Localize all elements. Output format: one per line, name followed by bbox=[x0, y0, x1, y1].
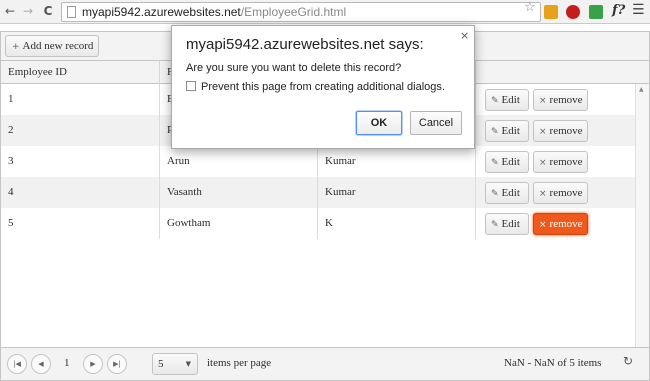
close-icon: × bbox=[539, 127, 547, 137]
extension-1-icon[interactable] bbox=[544, 5, 558, 19]
pencil-icon: ✎ bbox=[491, 127, 499, 137]
items-per-page-label: items per page bbox=[207, 357, 272, 369]
page-size-value: 5 bbox=[158, 358, 164, 370]
first-name-cell: Arun bbox=[159, 146, 317, 177]
browser-toolbar: ← → C myapi5942.azurewebsites.net/Employ… bbox=[0, 0, 650, 24]
back-icon[interactable]: ← bbox=[2, 3, 18, 19]
edit-button[interactable]: ✎ Edit bbox=[485, 213, 529, 235]
close-icon: × bbox=[539, 189, 547, 199]
vertical-scrollbar[interactable]: ▲ ▼ bbox=[635, 84, 649, 378]
remove-label: remove bbox=[549, 156, 583, 168]
prevent-dialogs-label: Prevent this page from creating addition… bbox=[201, 81, 445, 93]
last-name-cell: Kumar bbox=[317, 177, 475, 208]
remove-button[interactable]: × remove bbox=[533, 182, 588, 204]
employee-id-cell: 2 bbox=[8, 124, 14, 136]
current-page-number: 1 bbox=[64, 357, 70, 369]
pencil-icon: ✎ bbox=[491, 220, 499, 230]
grid-pager: |◀ ◀ 1 ▶ ▶| 5 ▼ items per page NaN - NaN… bbox=[1, 347, 649, 380]
employee-id-cell: 1 bbox=[8, 93, 14, 105]
reload-icon[interactable]: C bbox=[40, 3, 56, 19]
employee-id-cell: 3 bbox=[8, 155, 14, 167]
table-row: 3 Arun Kumar ✎ Edit × remove bbox=[1, 146, 635, 177]
close-icon[interactable]: × bbox=[460, 29, 469, 42]
add-new-record-button[interactable]: + Add new record bbox=[5, 35, 99, 57]
pager-info: NaN - NaN of 5 items bbox=[504, 357, 602, 369]
add-new-record-label: Add new record bbox=[22, 40, 94, 52]
extension-3-icon[interactable] bbox=[589, 5, 603, 19]
remove-button[interactable]: × remove bbox=[533, 151, 588, 173]
first-page-icon[interactable]: |◀ bbox=[7, 354, 27, 374]
employee-id-cell: 4 bbox=[8, 186, 14, 198]
plus-icon: + bbox=[12, 42, 20, 52]
close-icon: × bbox=[539, 158, 547, 168]
ok-button[interactable]: OK bbox=[356, 111, 402, 135]
page-size-select[interactable]: 5 ▼ bbox=[152, 353, 198, 375]
remove-label: remove bbox=[549, 187, 583, 199]
column-header-employee-id[interactable]: Employee ID bbox=[1, 61, 159, 84]
confirm-dialog: × myapi5942.azurewebsites.net says: Are … bbox=[171, 25, 475, 149]
remove-label: remove bbox=[549, 125, 583, 137]
url-host: myapi5942.azurewebsites.net bbox=[82, 5, 241, 19]
browser-menu-icon[interactable]: ☰ bbox=[632, 2, 645, 18]
edit-label: Edit bbox=[501, 187, 520, 199]
edit-label: Edit bbox=[501, 218, 520, 230]
checkbox-box[interactable] bbox=[186, 81, 196, 91]
pencil-icon: ✎ bbox=[491, 96, 499, 106]
employee-id-cell: 5 bbox=[8, 217, 14, 229]
last-name-cell: K bbox=[317, 208, 475, 239]
dialog-title: myapi5942.azurewebsites.net says: bbox=[186, 36, 424, 53]
page-icon bbox=[67, 6, 76, 18]
prevent-dialogs-checkbox[interactable]: Prevent this page from creating addition… bbox=[186, 81, 445, 93]
next-page-icon[interactable]: ▶ bbox=[83, 354, 103, 374]
table-row: 4 Vasanth Kumar ✎ Edit × remove bbox=[1, 177, 635, 208]
last-name-cell: Kumar bbox=[317, 146, 475, 177]
function-extension-icon[interactable]: f? bbox=[612, 3, 625, 18]
scroll-up-icon[interactable]: ▲ bbox=[639, 86, 644, 93]
edit-button[interactable]: ✎ Edit bbox=[485, 151, 529, 173]
edit-label: Edit bbox=[501, 94, 520, 106]
remove-label: remove bbox=[549, 218, 583, 230]
edit-button[interactable]: ✎ Edit bbox=[485, 182, 529, 204]
first-name-cell: Vasanth bbox=[159, 177, 317, 208]
remove-button-active[interactable]: × remove bbox=[533, 213, 588, 235]
opera-extension-icon[interactable] bbox=[566, 5, 580, 19]
edit-label: Edit bbox=[501, 125, 520, 137]
remove-button[interactable]: × remove bbox=[533, 120, 588, 142]
chevron-down-icon: ▼ bbox=[185, 360, 191, 368]
close-icon: × bbox=[539, 96, 547, 106]
edit-button[interactable]: ✎ Edit bbox=[485, 120, 529, 142]
forward-icon[interactable]: → bbox=[20, 3, 36, 19]
edit-label: Edit bbox=[501, 156, 520, 168]
pencil-icon: ✎ bbox=[491, 158, 499, 168]
table-row: 5 Gowtham K ✎ Edit × remove bbox=[1, 208, 635, 239]
last-page-icon[interactable]: ▶| bbox=[107, 354, 127, 374]
cancel-button[interactable]: Cancel bbox=[410, 111, 462, 135]
first-name-cell: Gowtham bbox=[159, 208, 317, 239]
remove-button[interactable]: × remove bbox=[533, 89, 588, 111]
previous-page-icon[interactable]: ◀ bbox=[31, 354, 51, 374]
remove-label: remove bbox=[549, 94, 583, 106]
close-icon: × bbox=[539, 220, 547, 230]
url-path: /EmployeeGrid.html bbox=[240, 5, 347, 19]
column-header-actions bbox=[475, 61, 635, 84]
dialog-message: Are you sure you want to delete this rec… bbox=[186, 62, 402, 74]
edit-button[interactable]: ✎ Edit bbox=[485, 89, 529, 111]
pencil-icon: ✎ bbox=[491, 189, 499, 199]
refresh-icon[interactable]: ↻ bbox=[623, 354, 633, 368]
bookmark-star-icon[interactable]: ☆ bbox=[524, 0, 536, 15]
address-bar[interactable]: myapi5942.azurewebsites.net/EmployeeGrid… bbox=[61, 2, 541, 22]
